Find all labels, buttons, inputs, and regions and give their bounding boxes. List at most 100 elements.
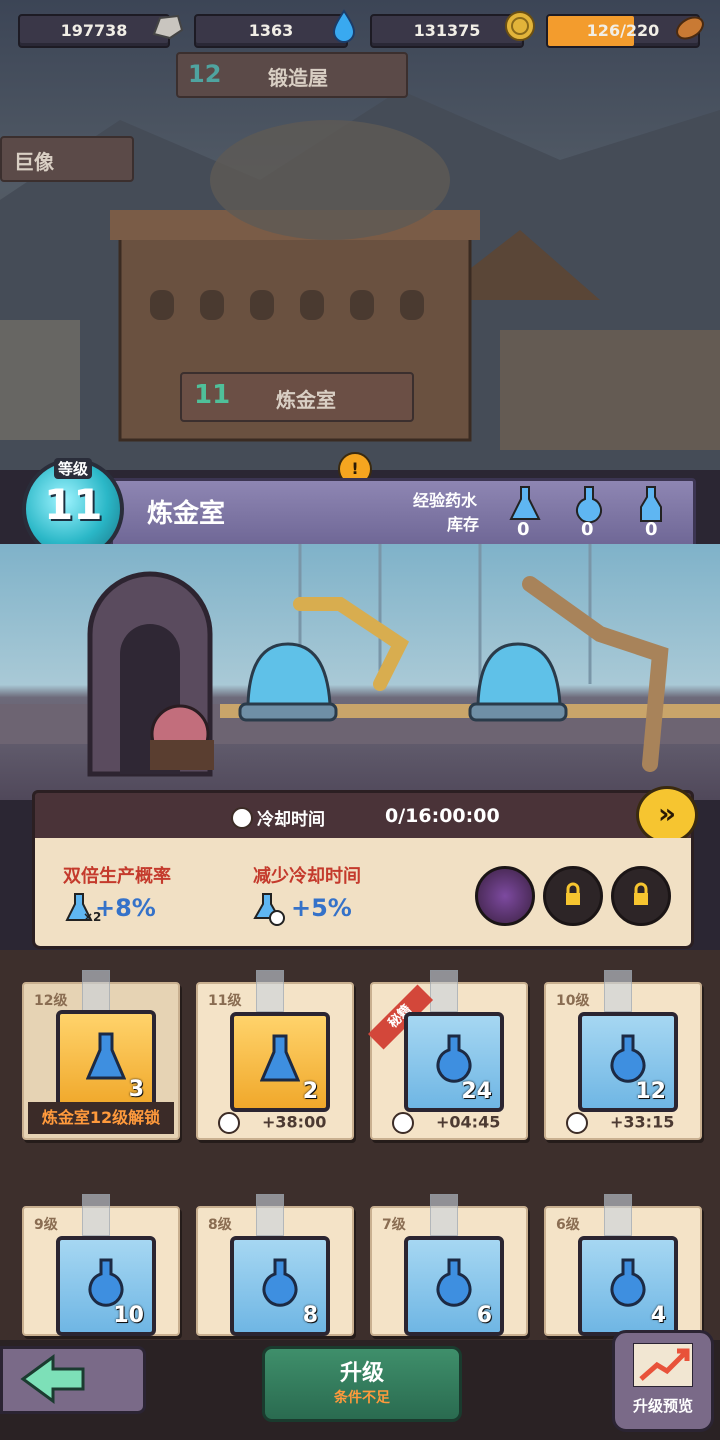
level-value: 11 — [44, 480, 103, 529]
clock-icon — [392, 1112, 414, 1134]
potion-time-row: +33:15 — [566, 1112, 674, 1134]
potion-level: 10级 — [556, 993, 590, 1009]
lock-icon — [634, 882, 648, 905]
building-header: 炼金室 经验药水 库存 0 0 0 — [110, 478, 696, 548]
trend-up-icon — [633, 1343, 693, 1387]
reduce-cooldown-value: +5% — [291, 894, 352, 922]
potion-flask-icon — [610, 1034, 646, 1083]
potion-image: 8 — [230, 1236, 330, 1336]
upgrade-condition: 条件不足 — [334, 1390, 390, 1406]
cooldown-bar: 冷却时间 0/16:00:00 — [32, 790, 694, 844]
potion-flask-icon — [260, 1034, 300, 1082]
stock-label: 库存 — [447, 515, 480, 534]
locked-slot-1[interactable] — [543, 866, 603, 926]
building-name: 炼金室 — [147, 499, 226, 529]
unlock-requirement: 炼金室12级解锁 — [28, 1102, 174, 1134]
potion-flask-icon — [86, 1032, 126, 1080]
lab-level-sign: 11 — [194, 380, 231, 410]
potion-card-12[interactable]: 12级 3 炼金室12级解锁 — [22, 970, 180, 1140]
potion-clock-icon — [253, 893, 285, 926]
resource-stone: 197738 — [18, 14, 170, 48]
clock-icon — [566, 1112, 588, 1134]
back-arrow-icon — [20, 1354, 85, 1404]
upgrade-preview-button[interactable]: 升级预览 — [612, 1330, 714, 1432]
potion-count: 10 — [113, 1303, 144, 1328]
cooldown-value: 0/16:00:00 — [385, 805, 500, 827]
stone-value: 197738 — [60, 21, 128, 40]
potion-level: 8级 — [208, 1217, 232, 1233]
potion-image: 4 — [578, 1236, 678, 1336]
statue-sign[interactable]: 巨像 — [0, 136, 134, 182]
level-label: 等级 — [54, 458, 93, 479]
potion-card-7[interactable]: 7级 6 — [370, 1194, 528, 1336]
potion-count: 3 — [128, 1077, 144, 1102]
potion-card-6[interactable]: 6级 4 — [544, 1194, 702, 1336]
potion-image: 10 — [56, 1236, 156, 1336]
bread-icon — [676, 16, 704, 40]
resource-gold: 131375 — [370, 14, 524, 48]
potion-count: 8 — [302, 1303, 318, 1328]
reduce-cooldown-label: 减少冷却时间 — [253, 866, 361, 887]
lab-name-sign: 炼金室 — [276, 388, 336, 412]
clock-icon — [231, 807, 253, 829]
potion-image: 6 — [404, 1236, 504, 1336]
potion-level: 9级 — [34, 1217, 58, 1233]
potion-time: +38:00 — [262, 1112, 327, 1132]
back-button[interactable] — [0, 1346, 146, 1414]
potion-flask-icon — [88, 1258, 124, 1307]
upgrade-preview-label: 升级预览 — [632, 1397, 693, 1415]
potion-flask-icon — [610, 1258, 646, 1307]
potion-image: 12 — [578, 1012, 678, 1112]
speedup-button[interactable]: » — [636, 786, 698, 844]
stone-icon — [152, 14, 184, 40]
lab-sign[interactable]: 11 炼金室 — [180, 372, 414, 422]
tape-decor — [604, 1194, 632, 1236]
tape-decor — [430, 1194, 458, 1236]
water-drop-icon — [332, 9, 356, 43]
tape-decor — [604, 970, 632, 1012]
potion-level: 11级 — [208, 993, 242, 1009]
potion-count: 6 — [476, 1303, 492, 1328]
stock-large: 0 — [645, 519, 658, 540]
potion-time-row: +04:45 — [392, 1112, 500, 1134]
potion-count: 4 — [650, 1303, 666, 1328]
locked-slot-2[interactable] — [611, 866, 671, 926]
tape-decor — [256, 1194, 284, 1236]
tape-decor — [430, 970, 458, 1012]
potion-level: 7级 — [382, 1217, 406, 1233]
resource-water: 1363 — [194, 14, 348, 48]
potion-card-9[interactable]: 9级 10 — [22, 1194, 180, 1336]
potion-count: 2 — [302, 1079, 318, 1104]
potion-flask-icon — [436, 1258, 472, 1307]
upgrade-button[interactable]: 升级 条件不足 — [262, 1346, 462, 1422]
tape-decor — [82, 1194, 110, 1236]
potion-card-11[interactable]: 11级 2 +38:00 — [196, 970, 354, 1140]
gold-coin-icon — [505, 11, 535, 41]
stock-medium: 0 — [581, 519, 594, 540]
potion-time: +33:15 — [610, 1112, 675, 1132]
lab-illustration — [0, 544, 720, 777]
tape-decor — [256, 970, 284, 1012]
lock-icon — [566, 882, 580, 905]
potion-image: 2 — [230, 1012, 330, 1112]
potion-image: 3 — [56, 1010, 156, 1110]
hero-avatar[interactable] — [475, 866, 535, 926]
water-value: 1363 — [248, 21, 294, 40]
potion-image: 24 — [404, 1012, 504, 1112]
forge-name: 锻造屋 — [268, 66, 328, 90]
exp-potion-label: 经验药水 — [413, 491, 478, 510]
double-production-value: +8% — [95, 894, 156, 922]
potion-card-10[interactable]: 10级 12 +33:15 — [544, 970, 702, 1140]
upgrade-label: 升级 — [339, 1361, 384, 1386]
cooldown-label: 冷却时间 — [257, 810, 325, 830]
buff-panel: 双倍生产概率 ×2 +8% 减少冷却时间 +5% — [32, 838, 694, 949]
potion-count: 12 — [635, 1079, 666, 1104]
potion-flask-icon — [436, 1034, 472, 1083]
potion-count: 24 — [461, 1079, 492, 1104]
statue-name: 巨像 — [14, 150, 54, 174]
potion-card-secret[interactable]: 秘籍 24 +04:45 — [368, 970, 528, 1140]
forge-sign[interactable]: 12 锻造屋 — [176, 52, 408, 98]
potion-level: 12级 — [34, 993, 68, 1009]
forge-level: 12 — [188, 60, 222, 88]
potion-card-8[interactable]: 8级 8 — [196, 1194, 354, 1336]
